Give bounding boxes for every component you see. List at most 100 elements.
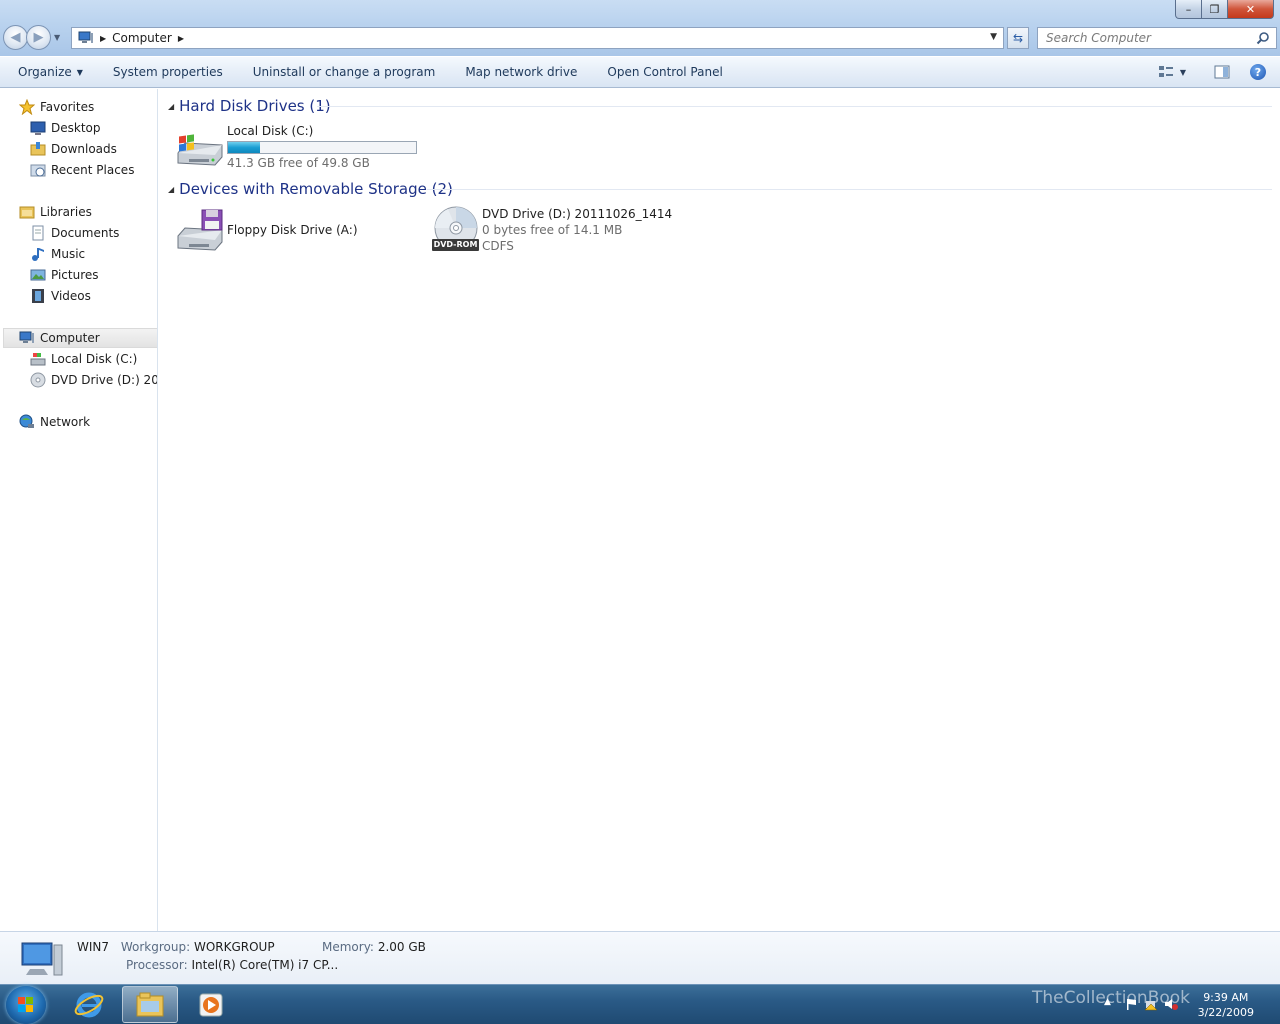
nav-dvd-drive-d[interactable]: DVD Drive (D:) 20111026_1414 <box>30 370 157 390</box>
breadcrumb-separator-icon[interactable]: ▶ <box>100 34 106 43</box>
content-pane: ◢ Hard Disk Drives (1) Local Disk (C:) 4… <box>159 89 1280 931</box>
group-hard-disk-drives[interactable]: ◢ Hard Disk Drives (1) <box>168 96 331 116</box>
view-controls: ▼ ? <box>1152 57 1280 87</box>
drive-local-disk-c[interactable]: Local Disk (C:) 41.3 GB free of 49.8 GB <box>175 123 417 173</box>
group-title: Hard Disk Drives (1) <box>179 97 331 115</box>
breadcrumb-computer[interactable]: Computer <box>112 31 172 45</box>
window-title-bar: – ❐ ✕ ◀ ▶ ▼ ▶ Computer ▶ ▼ ⇆ <box>0 0 1280 56</box>
map-network-drive-button[interactable]: Map network drive <box>450 57 592 87</box>
refresh-icon: ⇆ <box>1012 31 1024 45</box>
address-bar[interactable]: ▶ Computer ▶ ▼ <box>71 27 1004 49</box>
chevron-down-icon: ▼ <box>76 67 83 77</box>
address-history-dropdown[interactable]: ▼ <box>990 32 997 42</box>
nav-downloads[interactable]: Downloads <box>30 139 117 159</box>
memory-value: 2.00 GB <box>377 940 426 954</box>
workgroup-value: WORKGROUP <box>193 940 275 954</box>
dvd-disc-icon <box>30 372 46 388</box>
nav-downloads-label: Downloads <box>51 142 117 156</box>
drive-d-details: DVD Drive (D:) 20111026_1414 0 bytes fre… <box>482 206 672 256</box>
drive-d-free-space: 0 bytes free of 14.1 MB <box>482 223 623 237</box>
command-bar: Organize ▼ System properties Uninstall o… <box>0 56 1280 88</box>
downloads-folder-icon <box>30 142 46 156</box>
recent-pages-dropdown[interactable]: ▼ <box>54 33 60 42</box>
nav-music-label: Music <box>51 247 86 261</box>
navigation-pane: Favorites Desktop Downloads Recent Place… <box>0 89 158 931</box>
preview-pane-icon[interactable] <box>1214 64 1230 80</box>
nav-network[interactable]: Network <box>19 412 90 432</box>
taskbar-windows-explorer[interactable] <box>122 986 178 1023</box>
nav-computer[interactable]: Computer <box>3 328 157 348</box>
computer-icon <box>78 31 93 43</box>
processor-label: Processor: <box>126 958 188 972</box>
view-options-dropdown[interactable]: ▼ <box>1180 68 1186 77</box>
group-divider <box>317 106 1272 107</box>
maximize-button[interactable]: ❐ <box>1202 0 1228 19</box>
search-icon[interactable] <box>1256 31 1270 45</box>
documents-icon <box>32 225 44 241</box>
open-control-panel-button[interactable]: Open Control Panel <box>592 57 737 87</box>
nav-libraries-label: Libraries <box>40 205 92 219</box>
processor-value: Intel(R) Core(TM) i7 CP... <box>191 958 339 972</box>
desktop-icon <box>30 121 46 135</box>
details-memory: Memory: 2.00 GB <box>322 940 426 954</box>
nav-recent-places[interactable]: Recent Places <box>30 160 134 180</box>
nav-local-disk-c[interactable]: Local Disk (C:) <box>30 349 137 369</box>
drive-a-name: Floppy Disk Drive (A:) <box>227 223 358 237</box>
folder-icon <box>136 992 164 1016</box>
nav-local-disk-c-label: Local Disk (C:) <box>51 352 138 366</box>
computer-icon <box>19 331 34 343</box>
nav-desktop[interactable]: Desktop <box>30 118 101 138</box>
nav-pictures-label: Pictures <box>51 268 99 282</box>
taskbar-internet-explorer[interactable] <box>61 986 117 1023</box>
taskbar-clock[interactable]: 9:39 AM 3/22/2009 <box>1198 990 1254 1020</box>
media-player-icon <box>199 993 223 1016</box>
nav-dvd-drive-d-label: DVD Drive (D:) 20111026_1414 <box>51 373 157 387</box>
refresh-button[interactable]: ⇆ <box>1007 27 1029 49</box>
nav-favorites[interactable]: Favorites <box>19 97 94 117</box>
network-icon <box>19 414 34 428</box>
arrow-left-icon: ◀ <box>10 30 21 45</box>
details-row-1: WIN7 Workgroup: WORKGROUP <box>77 940 275 954</box>
nav-documents[interactable]: Documents <box>30 223 119 243</box>
computer-monitor-icon <box>21 942 63 976</box>
group-removable-storage[interactable]: ◢ Devices with Removable Storage (2) <box>168 179 453 199</box>
nav-libraries[interactable]: Libraries <box>19 202 92 222</box>
nav-pictures[interactable]: Pictures <box>30 265 99 285</box>
action-center-flag-icon[interactable] <box>1124 997 1138 1011</box>
drive-dvd-d[interactable]: DVD-ROM DVD Drive (D:) 20111026_1414 0 b… <box>430 206 672 256</box>
drive-floppy-a[interactable]: Floppy Disk Drive (A:) <box>175 206 358 256</box>
hard-drive-windows-icon <box>177 134 223 166</box>
show-hidden-icons-icon[interactable]: ▲ <box>1104 997 1118 1011</box>
uninstall-program-button[interactable]: Uninstall or change a program <box>238 57 451 87</box>
taskbar-media-player[interactable] <box>183 986 239 1023</box>
start-button[interactable] <box>6 986 46 1024</box>
close-button[interactable]: ✕ <box>1228 0 1274 19</box>
details-pane: WIN7 Workgroup: WORKGROUP Memory: 2.00 G… <box>0 931 1280 984</box>
details-processor: Processor: Intel(R) Core(TM) i7 CP... <box>126 958 338 972</box>
nav-recent-places-label: Recent Places <box>51 163 135 177</box>
hard-drive-icon <box>30 353 46 366</box>
search-input[interactable] <box>1046 31 1256 45</box>
nav-network-label: Network <box>40 415 91 429</box>
help-icon[interactable]: ? <box>1250 64 1266 80</box>
recent-places-icon <box>30 164 46 177</box>
back-button[interactable]: ◀ <box>3 25 28 50</box>
clock-time: 9:39 AM <box>1203 991 1249 1004</box>
drive-c-usage-fill <box>228 142 260 153</box>
star-icon <box>19 99 35 115</box>
nav-music[interactable]: Music <box>30 244 85 264</box>
speaker-muted-icon[interactable] <box>1164 997 1178 1011</box>
network-warning-icon[interactable] <box>1144 997 1158 1011</box>
change-view-icon[interactable] <box>1158 64 1174 80</box>
breadcrumb-separator-icon[interactable]: ▶ <box>178 34 184 43</box>
collapse-triangle-icon[interactable]: ◢ <box>168 185 174 194</box>
forward-button[interactable]: ▶ <box>26 25 51 50</box>
nav-videos[interactable]: Videos <box>30 286 91 306</box>
nav-videos-label: Videos <box>51 289 91 303</box>
organize-button[interactable]: Organize ▼ <box>0 57 98 87</box>
system-properties-button[interactable]: System properties <box>98 57 238 87</box>
collapse-triangle-icon[interactable]: ◢ <box>168 102 174 111</box>
taskbar: TheCollectionBook ▲ 9:39 AM 3/22/2009 <box>0 984 1280 1024</box>
arrow-right-icon: ▶ <box>33 30 44 45</box>
minimize-button[interactable]: – <box>1175 0 1202 19</box>
